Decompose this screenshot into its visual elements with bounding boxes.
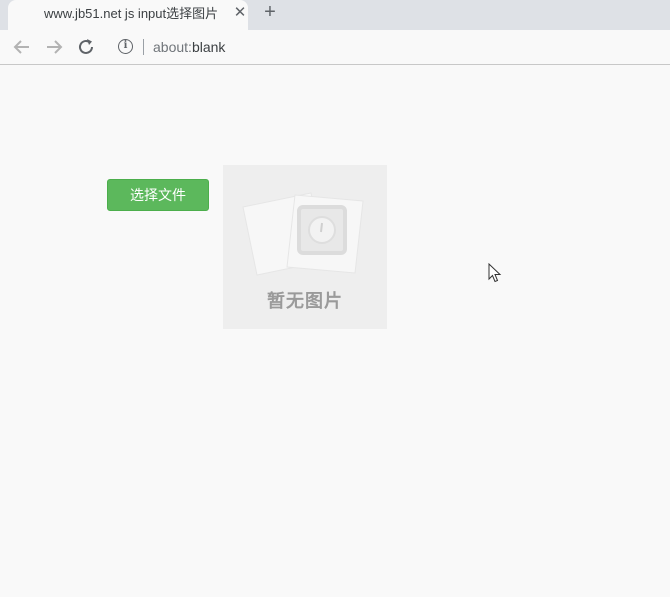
image-preview[interactable]: 暂无图片 (223, 165, 387, 329)
close-icon[interactable]: ✕ (230, 3, 250, 23)
plus-icon[interactable]: + (259, 1, 281, 23)
url-separator (143, 39, 144, 55)
info-icon[interactable]: i (118, 39, 133, 54)
tab-title: www.jb51.net js input选择图片 (44, 6, 219, 21)
mouse-cursor-icon (488, 262, 502, 288)
browser-toolbar: i about:blank (0, 30, 670, 65)
url-path: blank (191, 39, 226, 55)
browser-tab[interactable]: www.jb51.net js input选择图片 ✕ (8, 0, 248, 30)
reload-icon[interactable] (73, 34, 99, 60)
address-bar[interactable]: about:blank (153, 38, 225, 56)
tab-strip: www.jb51.net js input选择图片 ✕ + (0, 0, 670, 30)
arrow-right-icon[interactable] (41, 34, 67, 60)
arrow-left-icon[interactable] (9, 34, 35, 60)
url-scheme: about: (153, 39, 192, 55)
choose-file-button[interactable]: 选择文件 (107, 179, 209, 211)
no-image-text: 暂无图片 (267, 291, 343, 311)
